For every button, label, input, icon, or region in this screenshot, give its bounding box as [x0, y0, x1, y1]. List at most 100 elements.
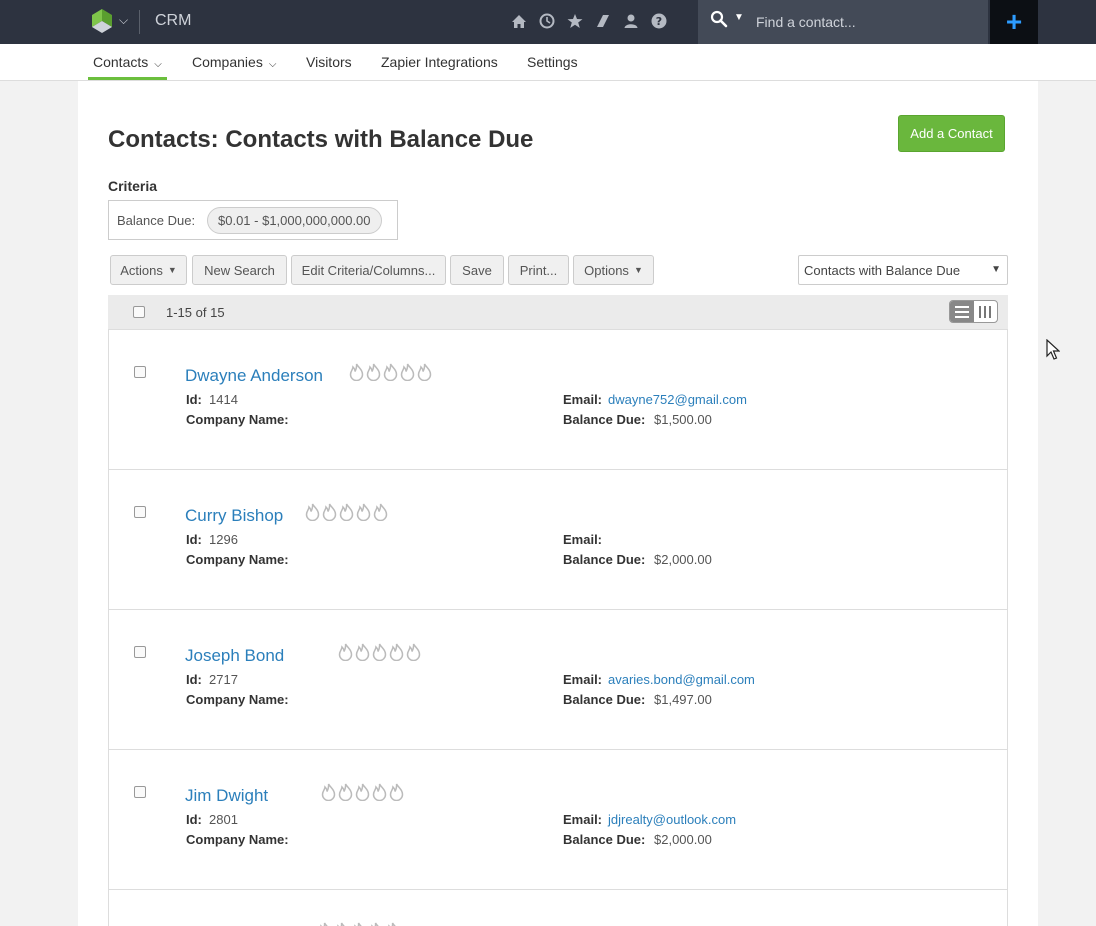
page-title: Contacts: Contacts with Balance Due [108, 126, 534, 153]
saved-search-select[interactable]: Contacts with Balance Due ▼ [798, 255, 1008, 285]
add-contact-button[interactable]: Add a Contact [898, 115, 1005, 152]
topbar-divider [139, 10, 140, 34]
flame-icon [321, 783, 336, 801]
flame-icon [338, 643, 353, 661]
flame-icon [349, 363, 364, 381]
flame-icon [372, 783, 387, 801]
email-label: Email: [563, 672, 603, 687]
contact-checkbox[interactable] [134, 506, 146, 518]
email-link[interactable]: jdjrealty@outlook.com [608, 812, 736, 827]
new-search-button[interactable]: New Search [192, 255, 287, 285]
id-label: Id: [186, 532, 202, 547]
balance-value: $1,500.00 [654, 412, 712, 427]
main-nav: Contacts ⌵ Companies ⌵ Visitors Zapier Int… [0, 44, 1096, 81]
nav-item-companies[interactable]: Companies ⌵ [192, 54, 276, 70]
nav-item-label: Companies [192, 54, 263, 70]
criteria-label: Balance Due: [117, 213, 196, 228]
flame-icon [338, 783, 353, 801]
search-options-caret-icon[interactable]: ▼ [734, 12, 744, 23]
company-label: Company Name: [186, 832, 289, 847]
app-switcher-chevron-icon[interactable]: ⌵ [119, 13, 128, 28]
options-label: Options [584, 262, 629, 278]
flame-icon [355, 643, 370, 661]
flame-icon [356, 503, 371, 521]
result-count: 1-15 of 15 [166, 305, 225, 320]
lead-score-flames [305, 503, 388, 523]
lead-score-flames [317, 922, 400, 926]
options-button[interactable]: Options ▼ [573, 255, 654, 285]
email-link[interactable]: avaries.bond@gmail.com [608, 672, 755, 687]
flame-icon [337, 922, 345, 926]
contact-name-link[interactable]: Dwayne Anderson [185, 366, 323, 386]
id-value: 1414 [209, 392, 238, 407]
flame-icon [417, 363, 432, 381]
balance-label: Balance Due: [563, 692, 646, 707]
nav-item-contacts[interactable]: Contacts ⌵ [93, 54, 162, 70]
nav-item-settings[interactable]: Settings [527, 54, 578, 70]
top-icon-group: ? [510, 11, 668, 31]
flame-icon [372, 643, 387, 661]
help-icon[interactable]: ? [650, 11, 668, 31]
contact-search-input[interactable] [756, 10, 976, 34]
contact-checkbox[interactable] [134, 646, 146, 658]
flame-icon [355, 783, 370, 801]
list-view-icon[interactable] [950, 301, 974, 322]
balance-label: Balance Due: [563, 412, 646, 427]
search-icon[interactable] [710, 10, 728, 31]
star-icon[interactable] [566, 11, 584, 31]
saved-search-value: Contacts with Balance Due [804, 263, 961, 278]
lead-score-flames [321, 783, 404, 803]
balance-value: $2,000.00 [654, 832, 712, 847]
flame-icon [322, 503, 337, 521]
contact-name-link[interactable]: Joseph Bond [185, 646, 284, 666]
select-all-checkbox[interactable] [133, 306, 145, 318]
edit-criteria-button[interactable]: Edit Criteria/Columns... [291, 255, 446, 285]
contact-checkbox[interactable] [134, 366, 146, 378]
balance-value: $1,497.00 [654, 692, 712, 707]
quick-add-button[interactable]: + [990, 0, 1038, 44]
company-label: Company Name: [186, 552, 289, 567]
nav-item-zapier-integrations[interactable]: Zapier Integrations [381, 54, 498, 70]
mouse-cursor-icon [1046, 338, 1061, 364]
zapier-icon[interactable] [594, 11, 612, 31]
id-label: Id: [186, 672, 202, 687]
flame-icon [388, 922, 396, 926]
contact-name-link[interactable]: Jim Dwight [185, 786, 268, 806]
flame-icon [389, 643, 404, 661]
actions-button[interactable]: Actions ▼ [110, 255, 187, 285]
chevron-down-icon: ⌵ [154, 59, 162, 70]
svg-text:?: ? [656, 15, 662, 28]
column-view-icon[interactable] [974, 301, 998, 322]
save-button[interactable]: Save [450, 255, 504, 285]
id-value: 2717 [209, 672, 238, 687]
flame-icon [339, 503, 354, 521]
company-label: Company Name: [186, 412, 289, 427]
history-icon[interactable] [538, 11, 556, 31]
company-label: Company Name: [186, 692, 289, 707]
main-panel: Contacts: Contacts with Balance Due Add … [78, 81, 1038, 926]
caret-down-icon: ▼ [633, 265, 643, 275]
balance-label: Balance Due: [563, 832, 646, 847]
caret-down-icon: ▼ [167, 265, 177, 275]
flame-icon [354, 922, 362, 926]
list-header: 1-15 of 15 [108, 295, 1008, 330]
contact-row [108, 890, 1008, 926]
flame-icon [406, 643, 421, 661]
home-icon[interactable] [510, 11, 528, 31]
criteria-value-pill[interactable]: $0.01 - $1,000,000,000.00 [207, 207, 382, 234]
contact-name-link[interactable]: Curry Bishop [185, 506, 283, 526]
email-label: Email: [563, 812, 603, 827]
print-button[interactable]: Print... [508, 255, 569, 285]
user-icon[interactable] [622, 11, 640, 31]
chevron-down-icon: ⌵ [268, 59, 277, 70]
search-box: ▼ [698, 0, 988, 44]
balance-label: Balance Due: [563, 552, 646, 567]
active-nav-indicator [88, 77, 167, 80]
nav-item-visitors[interactable]: Visitors [306, 54, 352, 70]
contact-checkbox[interactable] [134, 786, 146, 798]
flame-icon [383, 363, 398, 381]
flame-icon [400, 363, 415, 381]
email-link[interactable]: dwayne752@gmail.com [608, 392, 747, 407]
id-value: 1296 [209, 532, 238, 547]
app-logo-icon[interactable] [92, 7, 112, 35]
